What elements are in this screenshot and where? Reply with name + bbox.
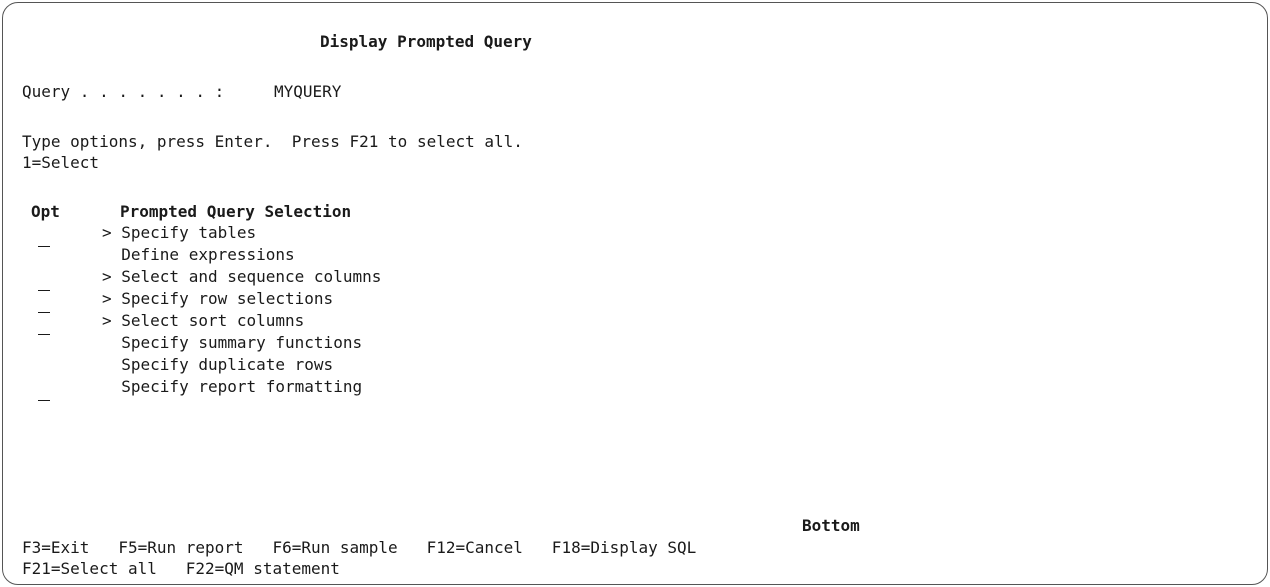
option-input-specify-tables[interactable] [38,228,50,248]
menu-item-select-sequence-columns[interactable]: > Select and sequence columns [102,267,381,287]
menu-item-select-sort-columns[interactable]: > Select sort columns [102,311,304,331]
instruction-text: Type options, press Enter. Press F21 to … [22,132,523,151]
menu-item-define-expressions[interactable]: Define expressions [102,245,294,265]
screen-title: Display Prompted Query [320,32,532,51]
column-header-selection: Prompted Query Selection [120,202,352,221]
option-input-specify-report-formatting[interactable] [38,382,50,402]
menu-item-specify-summary-functions[interactable]: Specify summary functions [102,333,362,353]
query-name-value: MYQUERY [274,82,342,101]
terminal-screen: Display Prompted Query Query . . . . . .… [2,2,1268,585]
option-input-select-sequence-columns[interactable] [38,272,50,292]
query-label: Query . . . . . . . : [22,82,225,101]
bottom-indicator: Bottom [802,516,860,535]
column-header-opt: Opt [31,202,60,221]
function-keys-line-1: F3=Exit F5=Run report F6=Run sample F12=… [22,538,697,557]
options-legend: 1=Select [22,153,100,172]
option-input-specify-row-selections[interactable] [38,294,50,314]
menu-item-specify-report-formatting[interactable]: Specify report formatting [102,377,362,397]
menu-item-specify-duplicate-rows[interactable]: Specify duplicate rows [102,355,333,375]
menu-item-specify-tables[interactable]: > Specify tables [102,223,256,243]
option-input-select-sort-columns[interactable] [38,316,50,336]
function-keys-line-2: F21=Select all F22=QM statement [22,559,340,578]
menu-item-specify-row-selections[interactable]: > Specify row selections [102,289,333,309]
